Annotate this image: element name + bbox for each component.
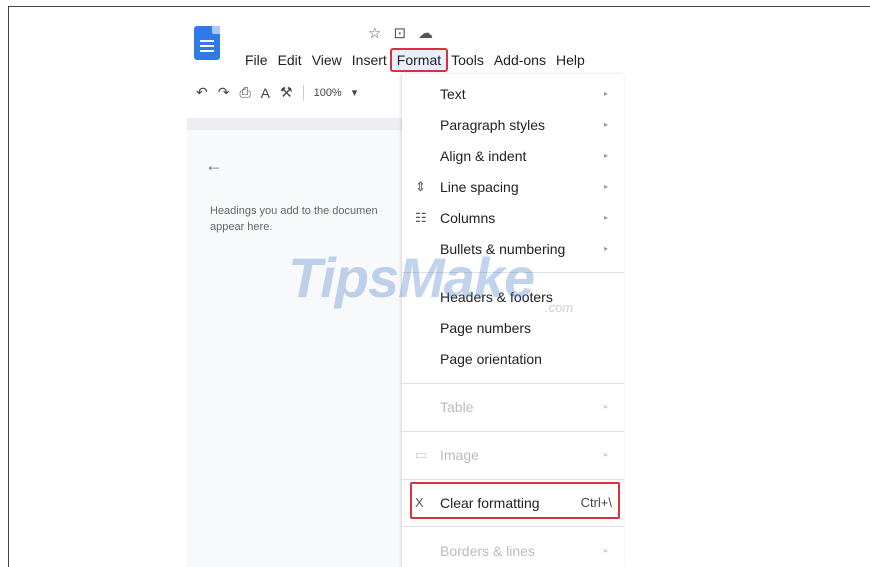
format-item-line-spacing[interactable]: ⇕ Line spacing ▸ bbox=[402, 171, 624, 202]
move-icon[interactable]: ⊡ bbox=[393, 24, 406, 42]
format-item-align-indent[interactable]: Align & indent ▸ bbox=[402, 140, 624, 171]
docs-logo-icon[interactable] bbox=[194, 26, 220, 60]
highlight-box bbox=[410, 482, 620, 519]
toolbar-divider bbox=[302, 84, 304, 101]
cloud-icon[interactable]: ☁ bbox=[418, 24, 433, 42]
toolbar: ↶ ↷ ⎙ A ⚒ 100% ▾ bbox=[196, 84, 357, 101]
chevron-right-icon: ▸ bbox=[604, 546, 609, 555]
menu-file[interactable]: File bbox=[240, 50, 273, 70]
chevron-right-icon: ▸ bbox=[604, 182, 609, 191]
back-arrow-icon[interactable]: ← bbox=[205, 155, 223, 176]
format-item-borders-lines[interactable]: Borders & lines ▸ bbox=[402, 535, 624, 566]
menu-divider bbox=[402, 526, 624, 527]
format-item-table[interactable]: Table ▸ bbox=[402, 391, 624, 422]
zoom-select[interactable]: 100% bbox=[314, 87, 342, 99]
menu-view[interactable]: View bbox=[307, 50, 347, 70]
format-item-image[interactable]: ▭ Image ▸ bbox=[402, 439, 624, 470]
menu-format[interactable]: Format bbox=[389, 48, 449, 72]
outline-panel bbox=[187, 130, 402, 567]
menu-tools[interactable]: Tools bbox=[446, 50, 489, 70]
outline-placeholder: Headings you add to the documen appear h… bbox=[210, 205, 378, 233]
chevron-right-icon: ▸ bbox=[604, 244, 609, 253]
format-item-page-orientation[interactable]: Page orientation bbox=[402, 343, 624, 374]
chevron-right-icon: ▸ bbox=[604, 213, 609, 222]
menu-addons[interactable]: Add-ons bbox=[489, 50, 551, 70]
format-item-text[interactable]: Text ▸ bbox=[402, 78, 624, 109]
watermark-logo: TipsMake bbox=[288, 246, 535, 309]
chevron-right-icon: ▸ bbox=[604, 89, 609, 98]
spellcheck-icon[interactable]: A bbox=[261, 85, 270, 101]
format-item-paragraph-styles[interactable]: Paragraph styles ▸ bbox=[402, 109, 624, 140]
menu-divider bbox=[402, 383, 624, 384]
line-spacing-icon: ⇕ bbox=[415, 178, 426, 194]
columns-icon: ☷ bbox=[415, 209, 427, 225]
menubar: File Edit View Insert Format Tools Add-o… bbox=[240, 48, 590, 72]
menu-divider bbox=[402, 479, 624, 480]
watermark-suffix: .com bbox=[545, 300, 574, 315]
chevron-right-icon: ▸ bbox=[604, 120, 609, 129]
format-item-columns[interactable]: ☷ Columns ▸ bbox=[402, 202, 624, 233]
title-icons: ☆ ⊡ ☁ bbox=[368, 24, 433, 42]
print-icon[interactable]: ⎙ bbox=[239, 84, 250, 101]
menu-divider bbox=[402, 431, 624, 432]
menu-help[interactable]: Help bbox=[551, 50, 590, 70]
image-icon: ▭ bbox=[415, 446, 428, 462]
chevron-down-icon[interactable]: ▾ bbox=[352, 86, 358, 99]
chevron-right-icon: ▸ bbox=[604, 402, 609, 411]
menu-insert[interactable]: Insert bbox=[347, 50, 392, 70]
chevron-right-icon: ▸ bbox=[604, 151, 609, 160]
ruler-strip bbox=[187, 118, 402, 130]
chevron-right-icon: ▸ bbox=[604, 450, 609, 459]
format-item-page-numbers[interactable]: Page numbers bbox=[402, 312, 624, 343]
redo-icon[interactable]: ↷ bbox=[218, 84, 230, 101]
undo-icon[interactable]: ↶ bbox=[196, 84, 208, 101]
paint-format-icon[interactable]: ⚒ bbox=[280, 84, 293, 101]
menu-edit[interactable]: Edit bbox=[273, 50, 307, 70]
star-icon[interactable]: ☆ bbox=[368, 24, 381, 42]
